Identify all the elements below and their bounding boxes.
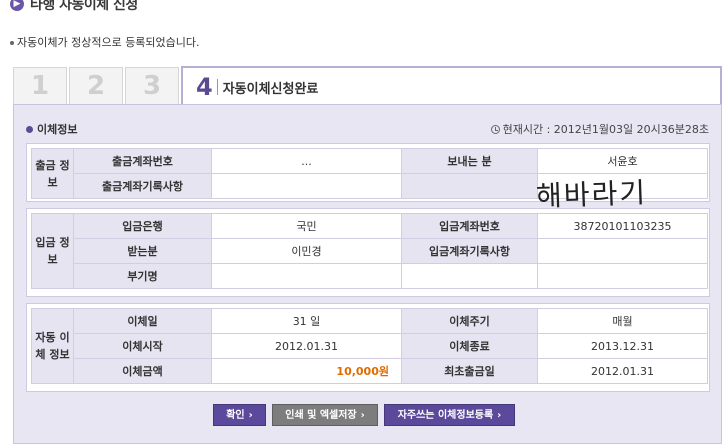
- save-favorite-transfer-button[interactable]: 자주쓰는 이체정보등록 ›: [384, 404, 515, 426]
- withdrawal-memo-label: 출금계좌기록사항: [73, 173, 212, 199]
- transfer-end-value: 2013.12.31: [537, 333, 708, 359]
- clock-icon: [490, 124, 500, 134]
- notice-text: 자동이체가 정상적으로 등록되었습니다.: [17, 36, 200, 49]
- tab-step-2[interactable]: 2: [69, 67, 123, 104]
- confirm-button[interactable]: 확인 ›: [213, 404, 266, 426]
- first-withdrawal-value: 2012.01.31: [537, 358, 708, 384]
- bullet-icon: [26, 125, 33, 133]
- tab-divider: [216, 79, 218, 95]
- current-time-label: 현재시간: [502, 123, 544, 136]
- blank-header-cell: [401, 173, 538, 199]
- print-button-label: 인쇄 및 엑셀저장: [285, 410, 357, 421]
- transfer-end-label: 이체종료: [401, 333, 538, 359]
- receiver-label: 받는분: [73, 238, 212, 264]
- save-favorite-button-label: 자주쓰는 이체정보등록: [397, 410, 494, 421]
- tab-step-3[interactable]: 3: [125, 67, 179, 104]
- tab-step-4-active: 4 자동이체신청완료: [181, 66, 722, 106]
- transfer-start-label: 이체시작: [73, 333, 212, 359]
- chevron-right-icon: ›: [248, 410, 253, 421]
- extra-name-label: 부기명: [73, 263, 212, 289]
- deposit-info-box: 입금 정보 입금은행 국민 입금계좌번호 38720101103235 받는분 …: [26, 208, 710, 297]
- withdrawal-memo-value: [211, 173, 402, 199]
- handwritten-annotation: 해바라기: [535, 176, 648, 213]
- chevron-right-icon: ▶: [10, 0, 24, 11]
- transfer-day-value: 31 일: [211, 308, 402, 334]
- page-title-text: 타행 자동이체 신청: [30, 0, 138, 13]
- transfer-start-value: 2012.01.31: [211, 333, 402, 359]
- deposit-memo-value: [537, 238, 708, 264]
- section-title: 이체정보: [26, 121, 77, 137]
- deposit-bank-label: 입금은행: [73, 213, 212, 239]
- tab-step-title: 자동이체신청완료: [222, 81, 319, 97]
- withdrawal-account-value: ...: [211, 148, 402, 174]
- withdrawal-group-label: 출금 정보: [31, 148, 74, 199]
- bullet-icon: [10, 41, 14, 45]
- extra-name-value: [211, 263, 402, 289]
- receiver-value: 이민경: [211, 238, 402, 264]
- current-time: 현재시간 : 2012년1월03일 20시36분28초: [490, 121, 709, 137]
- blank-header-cell: [401, 263, 538, 289]
- deposit-account-value: 38720101103235: [537, 213, 708, 239]
- page-title: ▶ 타행 자동이체 신청: [10, 0, 138, 14]
- withdrawal-account-label: 출금계좌번호: [73, 148, 212, 174]
- transfer-amount-cell: 10,000원: [211, 358, 402, 384]
- chevron-right-icon: ›: [360, 410, 365, 421]
- print-excel-button[interactable]: 인쇄 및 엑셀저장 ›: [272, 404, 378, 426]
- transfer-day-label: 이체일: [73, 308, 212, 334]
- sender-value: 서윤호: [537, 148, 708, 174]
- tab-step-1[interactable]: 1: [13, 67, 67, 104]
- transfer-cycle-label: 이체주기: [401, 308, 538, 334]
- auto-transfer-group-label: 자동 이체 정보: [31, 308, 74, 384]
- confirm-button-label: 확인: [226, 410, 245, 421]
- deposit-account-label: 입금계좌번호: [401, 213, 538, 239]
- chevron-right-icon: ›: [497, 410, 502, 421]
- current-time-value: 2012년1월03일 20시36분28초: [553, 123, 709, 136]
- blank-value-cell: [537, 263, 708, 289]
- transfer-cycle-value: 매월: [537, 308, 708, 334]
- first-withdrawal-label: 최초출금일: [401, 358, 538, 384]
- section-title-text: 이체정보: [37, 123, 78, 136]
- tab-step-number: 4: [196, 73, 213, 101]
- auto-transfer-info-box: 자동 이체 정보 이체일 31 일 이체주기 매월 이체시작 2012.01.3…: [26, 303, 710, 392]
- deposit-memo-label: 입금계좌기록사항: [401, 238, 538, 264]
- deposit-bank-value: 국민: [211, 213, 402, 239]
- transfer-amount-label: 이체금액: [73, 358, 212, 384]
- sender-label: 보내는 분: [401, 148, 538, 174]
- action-buttons: 확인 › 인쇄 및 엑셀저장 › 자주쓰는 이체정보등록 ›: [0, 404, 725, 428]
- deposit-group-label: 입금 정보: [31, 213, 74, 289]
- status-notice: 자동이체가 정상적으로 등록되었습니다.: [10, 34, 200, 50]
- transfer-amount-value: 10,000원: [336, 365, 389, 378]
- deposit-table: 입금 정보 입금은행 국민 입금계좌번호 38720101103235 받는분 …: [31, 213, 708, 289]
- auto-transfer-table: 자동 이체 정보 이체일 31 일 이체주기 매월 이체시작 2012.01.3…: [31, 308, 708, 384]
